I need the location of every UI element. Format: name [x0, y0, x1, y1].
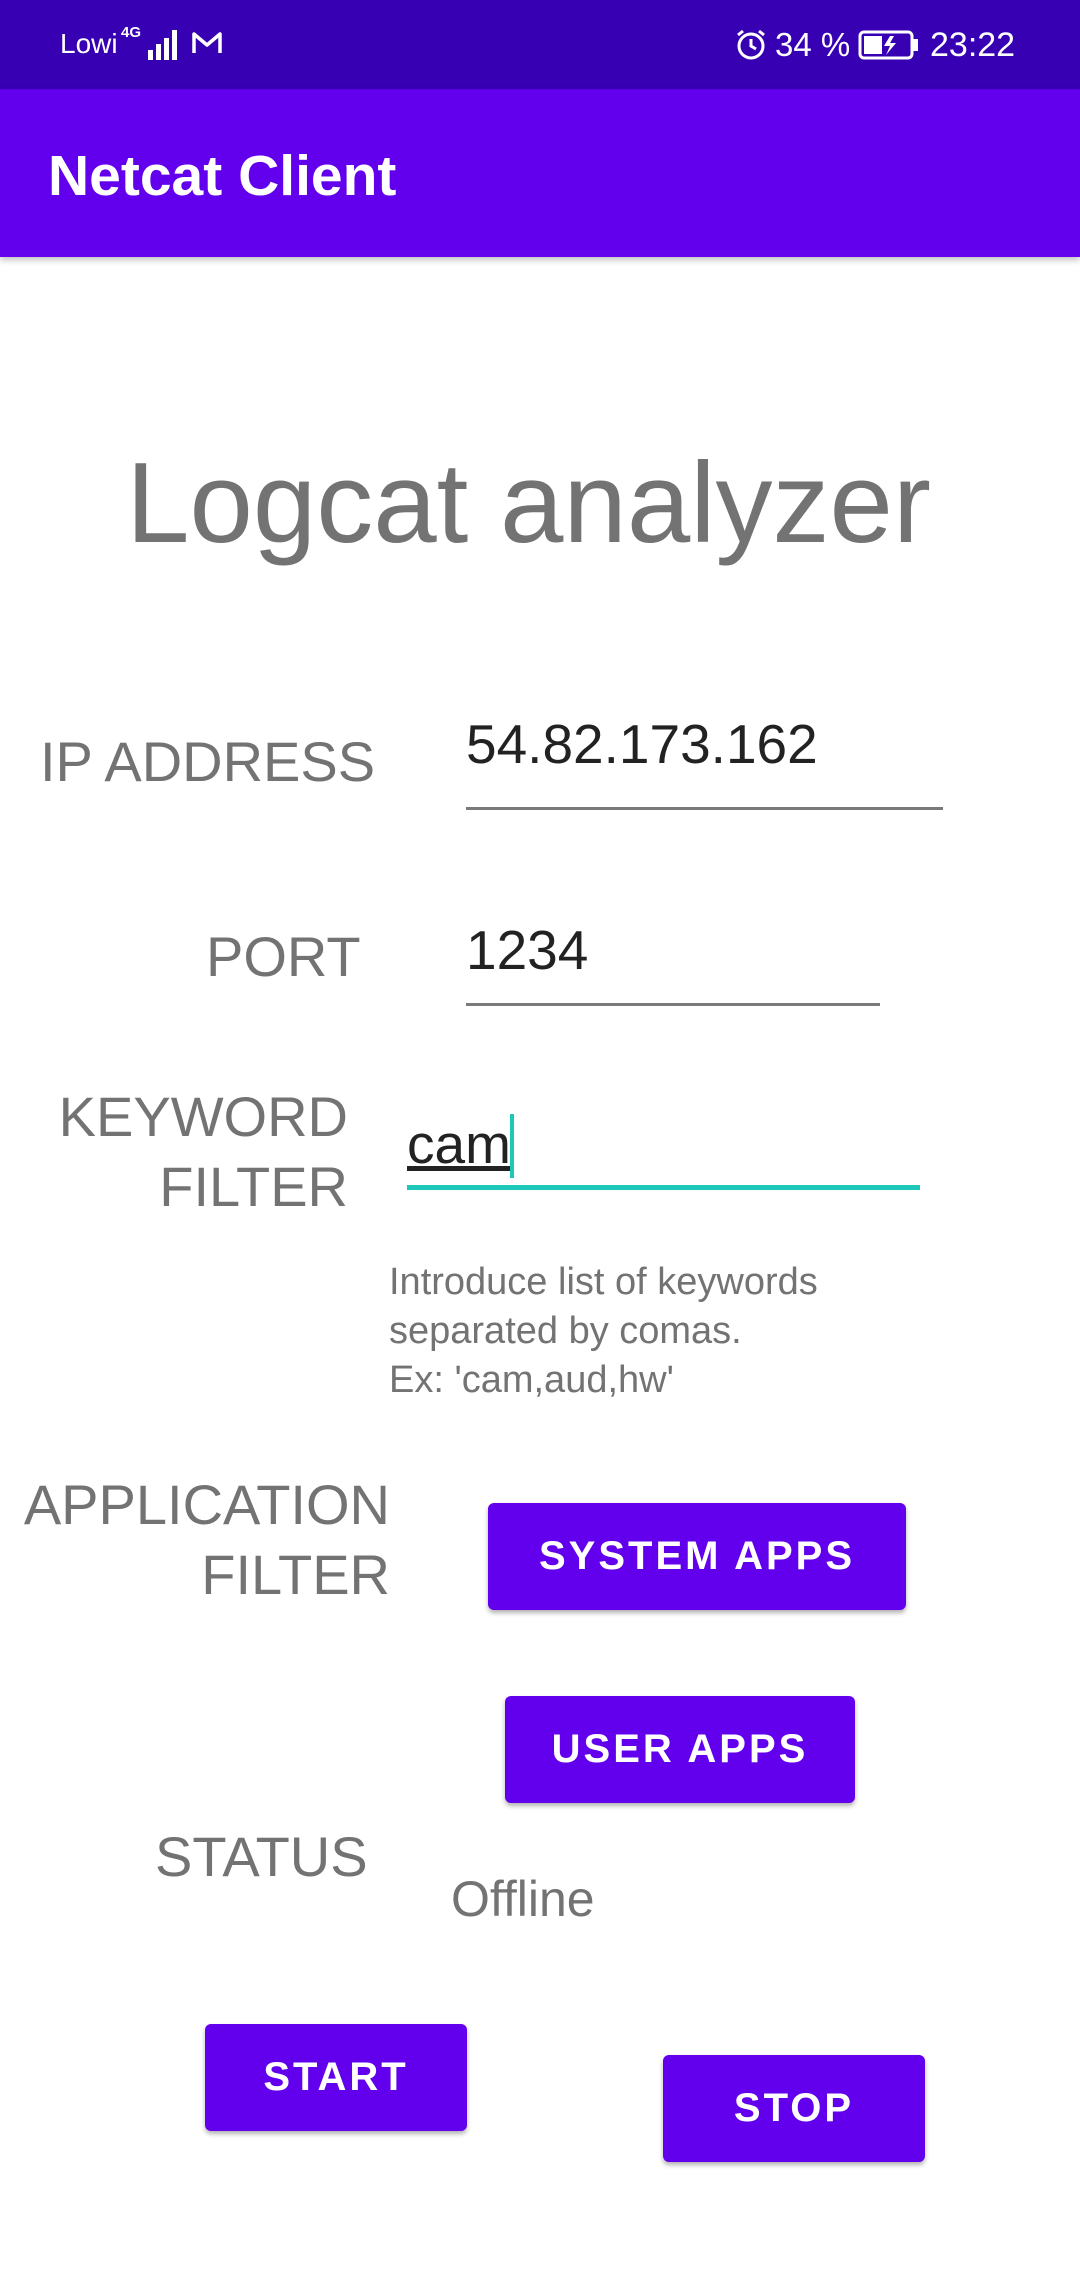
carrier-name: Lowi	[60, 28, 118, 59]
status-bar: Lowi 4G 34 % 23:22	[0, 0, 1080, 89]
system-apps-button[interactable]: SYSTEM APPS	[488, 1503, 906, 1610]
application-filter-label: APPLICATION FILTER	[23, 1473, 390, 1606]
port-label: PORT	[206, 925, 361, 988]
status-value: Offline	[451, 1871, 595, 1927]
clock: 23:22	[930, 26, 1016, 64]
text-cursor	[510, 1114, 514, 1178]
page-title: Logcat analyzer	[126, 440, 931, 567]
keyword-filter-label: KEYWORD FILTER	[58, 1085, 348, 1218]
network-type: 4G	[121, 24, 142, 41]
ip-address-input[interactable]: 54.82.173.162	[466, 712, 818, 776]
signal-icon	[148, 28, 182, 65]
keyword-filter-underline	[407, 1185, 920, 1190]
battery-charging-icon	[858, 30, 920, 65]
user-apps-button[interactable]: USER APPS	[505, 1696, 855, 1803]
alarm-icon	[734, 28, 768, 67]
ip-address-underline	[466, 807, 943, 810]
mail-icon	[191, 30, 223, 61]
battery-percentage: 34 %	[775, 26, 851, 63]
app-bar: Netcat Client	[0, 89, 1080, 257]
start-button[interactable]: START	[205, 2024, 467, 2131]
app-title: Netcat Client	[48, 144, 397, 208]
port-input[interactable]: 1234	[466, 918, 588, 982]
ip-address-label: IP ADDRESS	[40, 730, 376, 793]
keyword-filter-help-text: Introduce list of keywords separated by …	[389, 1261, 818, 1401]
keyword-filter-input[interactable]: cam	[407, 1112, 511, 1176]
status-label: STATUS	[155, 1825, 368, 1888]
port-underline	[466, 1003, 880, 1006]
stop-button[interactable]: STOP	[663, 2055, 925, 2162]
